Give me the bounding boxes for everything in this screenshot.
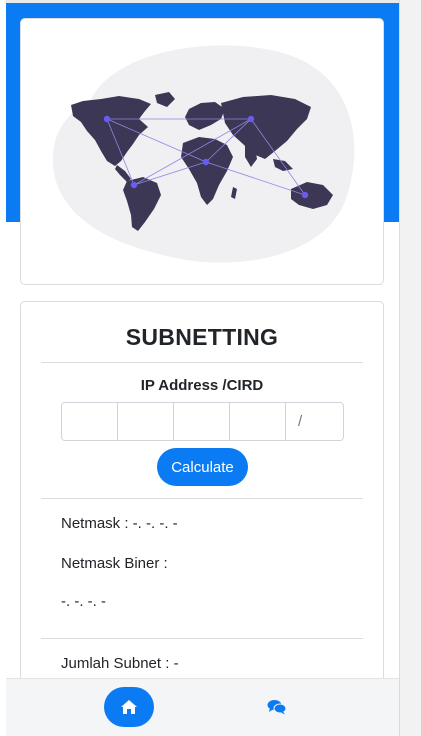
- jumlah-subnet-result: Jumlah Subnet : -: [61, 655, 179, 672]
- octet-1-input[interactable]: [62, 403, 118, 440]
- map-node: [247, 115, 255, 123]
- netmask-result: Netmask : -. -. -. -: [61, 515, 178, 532]
- illustration-card: [20, 18, 384, 285]
- calculate-button[interactable]: Calculate: [157, 448, 248, 486]
- octet-2-input[interactable]: [118, 403, 174, 440]
- bottom-navigation: [6, 678, 399, 736]
- map-node: [202, 158, 210, 166]
- ip-address-label: IP Address /CIRD: [140, 377, 264, 394]
- ip-address-input-group: [61, 402, 344, 441]
- map-node: [103, 115, 111, 123]
- octet-3-input[interactable]: [174, 403, 230, 440]
- netmask-biner-label: Netmask Biner :: [61, 555, 168, 572]
- app-frame: SUBNETTING IP Address /CIRD Calculate Ne…: [0, 0, 421, 736]
- nav-chat-button[interactable]: [257, 687, 297, 727]
- comments-icon: [267, 700, 287, 715]
- map-node: [301, 191, 309, 199]
- form-divider: [41, 498, 363, 499]
- page-title: SUBNETTING: [125, 324, 279, 350]
- netmask-biner-value: -. -. -. -: [61, 593, 106, 610]
- octet-4-input[interactable]: [230, 403, 286, 440]
- results-divider: [41, 638, 363, 639]
- world-map-illustration: [52, 45, 355, 263]
- scrollbar-track[interactable]: [399, 0, 421, 736]
- cidr-input[interactable]: [286, 403, 343, 440]
- subnetting-card: SUBNETTING IP Address /CIRD Calculate Ne…: [20, 301, 384, 701]
- home-icon: [121, 700, 137, 714]
- nav-home-button[interactable]: [104, 687, 154, 727]
- left-edge: [0, 0, 6, 736]
- map-node: [130, 181, 138, 189]
- title-divider: [41, 362, 363, 363]
